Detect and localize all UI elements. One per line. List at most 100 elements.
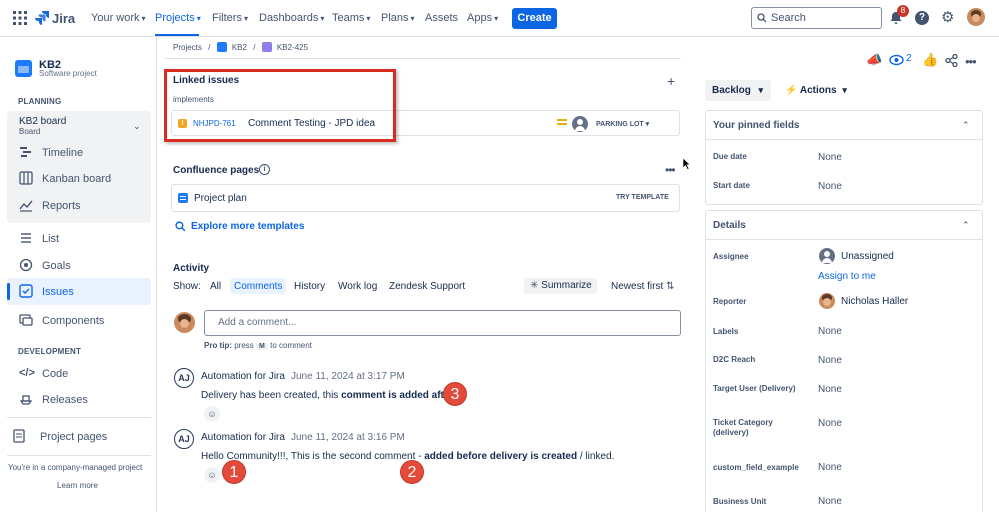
field-value[interactable]: None bbox=[818, 326, 842, 337]
sidebar-item-label: Goals bbox=[42, 260, 71, 272]
watch-eye-icon[interactable]: 2 bbox=[889, 53, 919, 68]
status-button[interactable]: Backlog ▾ bbox=[705, 80, 771, 101]
breadcrumb-projects[interactable]: Projects bbox=[173, 43, 202, 52]
comment-author[interactable]: Automation for Jira bbox=[201, 371, 285, 382]
tab-zendesk-support[interactable]: Zendesk Support bbox=[389, 281, 465, 292]
vote-thumbs-up-icon[interactable]: 👍 bbox=[922, 52, 938, 68]
comment-body: Delivery has been created, this comment … bbox=[201, 390, 456, 401]
nav-plans[interactable]: Plans ▾ bbox=[381, 12, 415, 24]
actions-button[interactable]: ⚡ Actions ▾ bbox=[781, 80, 853, 101]
more-options-icon[interactable]: ••• bbox=[665, 163, 676, 177]
confluence-page-name[interactable]: Project plan bbox=[194, 193, 247, 204]
sidebar-item-issues[interactable]: Issues bbox=[7, 278, 151, 305]
feedback-megaphone-icon[interactable]: 📣 bbox=[866, 52, 882, 68]
reporter-value[interactable]: Nicholas Haller bbox=[841, 296, 908, 307]
linked-issue-status[interactable]: PARKING LOT ▾ bbox=[596, 120, 649, 128]
confluence-page-row[interactable] bbox=[171, 184, 680, 212]
sidebar-item-kanban-board[interactable]: Kanban board bbox=[7, 165, 151, 192]
help-icon[interactable]: ? bbox=[915, 11, 929, 25]
add-comment-input[interactable]: Add a comment... bbox=[204, 310, 681, 336]
field-value[interactable]: None bbox=[818, 181, 842, 192]
info-icon[interactable]: i bbox=[259, 164, 270, 175]
tab-comments[interactable]: Comments bbox=[234, 281, 282, 292]
learn-more-link[interactable]: Learn more bbox=[57, 481, 98, 490]
user-avatar[interactable] bbox=[967, 8, 985, 26]
field-value[interactable]: None bbox=[818, 418, 842, 429]
sort-toggle[interactable]: Newest first ⇅ bbox=[611, 281, 674, 292]
nav-apps[interactable]: Apps ▾ bbox=[467, 12, 498, 24]
tab-all[interactable]: All bbox=[210, 281, 221, 292]
company-managed-note: You're in a company-managed project bbox=[8, 463, 143, 472]
field-value[interactable]: None bbox=[818, 462, 842, 473]
tab-history[interactable]: History bbox=[294, 281, 325, 292]
sidebar-item-label: Kanban board bbox=[42, 173, 112, 185]
pro-tip: Pro tip: press M to comment bbox=[204, 341, 312, 350]
try-template-link[interactable]: TRY TEMPLATE bbox=[616, 194, 669, 201]
sidebar-item-label: Code bbox=[42, 368, 69, 380]
add-reaction-icon[interactable]: ☺ bbox=[204, 406, 220, 422]
project-avatar[interactable] bbox=[15, 60, 32, 77]
search-input[interactable]: Search bbox=[751, 7, 882, 29]
field-label: Start date bbox=[713, 181, 750, 190]
nav-projects-active-underline bbox=[155, 34, 199, 36]
sidebar-item-reports[interactable]: Reports bbox=[7, 192, 151, 219]
unassigned-avatar-icon bbox=[572, 116, 588, 132]
pinned-fields-title[interactable]: Your pinned fields bbox=[713, 120, 799, 131]
sidebar-item-project-pages[interactable]: Project pages bbox=[7, 423, 151, 450]
add-linked-issue-plus-icon[interactable]: + bbox=[667, 73, 675, 89]
summarize-button[interactable]: ✳ Summarize bbox=[524, 278, 597, 294]
breadcrumb-separator: / bbox=[253, 43, 256, 52]
field-label: Due date bbox=[713, 152, 747, 161]
settings-gear-icon[interactable]: ⚙ bbox=[941, 10, 956, 25]
nav-projects[interactable]: Projects ▾ bbox=[155, 12, 201, 24]
more-actions-icon[interactable]: ••• bbox=[965, 54, 977, 69]
nav-teams[interactable]: Teams ▾ bbox=[332, 12, 370, 24]
panel-divider bbox=[706, 239, 982, 240]
sidebar-item-label: Project pages bbox=[40, 431, 108, 443]
comment-date[interactable]: June 11, 2024 at 3:16 PM bbox=[291, 432, 405, 443]
comment-author[interactable]: Automation for Jira bbox=[201, 432, 285, 443]
breadcrumb-issue-type-icon bbox=[261, 42, 272, 52]
share-icon[interactable] bbox=[945, 53, 958, 70]
sidebar-item-components[interactable]: Components bbox=[7, 307, 151, 334]
annotation-marker-2: 2 bbox=[400, 460, 424, 484]
sidebar-item-label: List bbox=[42, 233, 60, 245]
nav-your-work[interactable]: Your work ▾ bbox=[91, 12, 146, 24]
breadcrumb-project[interactable]: KB2 bbox=[232, 43, 247, 52]
field-value[interactable]: None bbox=[818, 496, 842, 507]
jira-logo-text: Jira bbox=[52, 11, 76, 26]
nav-dashboards[interactable]: Dashboards ▾ bbox=[259, 12, 324, 24]
sidebar-item-code[interactable]: </> Code bbox=[7, 360, 151, 387]
sort-order-icon: ⇅ bbox=[666, 281, 675, 292]
explore-templates-link[interactable]: Explore more templates bbox=[191, 221, 304, 232]
breadcrumb-issue[interactable]: KB2-425 bbox=[277, 43, 308, 52]
assign-to-me-link[interactable]: Assign to me bbox=[818, 271, 876, 282]
summarize-label: Summarize bbox=[541, 280, 592, 291]
tab-work-log[interactable]: Work log bbox=[338, 281, 377, 292]
details-title[interactable]: Details bbox=[713, 220, 746, 231]
nav-filters[interactable]: Filters ▾ bbox=[212, 12, 248, 24]
add-reaction-icon[interactable]: ☺ bbox=[204, 467, 220, 483]
board-chevron-down-icon[interactable]: ⌄ bbox=[133, 121, 141, 132]
explore-search-icon bbox=[175, 221, 186, 235]
comment-date[interactable]: June 11, 2024 at 3:17 PM bbox=[291, 371, 405, 382]
ai-sparkle-icon: ✳ bbox=[530, 280, 539, 291]
sidebar-item-list[interactable]: List bbox=[7, 225, 151, 252]
assignee-value[interactable]: Unassigned bbox=[841, 251, 894, 262]
collapse-chevron-icon[interactable]: ⌃ bbox=[962, 120, 970, 131]
sidebar-item-releases[interactable]: Releases bbox=[7, 386, 151, 413]
goals-target-icon bbox=[19, 258, 33, 272]
app-switcher-icon[interactable] bbox=[13, 11, 27, 25]
field-value[interactable]: None bbox=[818, 384, 842, 395]
field-value[interactable]: None bbox=[818, 152, 842, 163]
create-button[interactable]: Create bbox=[512, 8, 557, 29]
field-value[interactable]: None bbox=[818, 355, 842, 366]
sidebar-item-timeline[interactable]: Timeline bbox=[7, 139, 151, 166]
activity-title: Activity bbox=[173, 263, 210, 274]
notifications-icon[interactable]: 8 bbox=[889, 5, 909, 25]
project-type: Software project bbox=[39, 69, 97, 78]
jira-logo[interactable]: Jira bbox=[34, 9, 76, 27]
nav-assets[interactable]: Assets bbox=[425, 12, 458, 24]
collapse-chevron-icon[interactable]: ⌃ bbox=[962, 220, 970, 231]
sidebar-item-goals[interactable]: Goals bbox=[7, 252, 151, 279]
